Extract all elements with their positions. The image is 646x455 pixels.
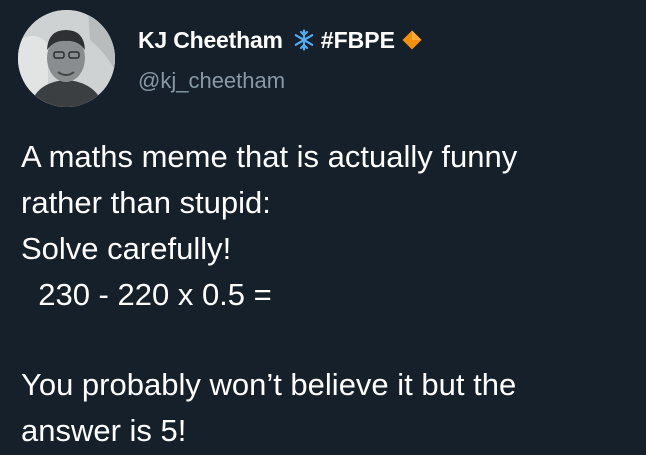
- tweet-text: A maths meme that is actually funny rath…: [21, 134, 636, 454]
- author-handle[interactable]: @kj_cheetham: [138, 68, 285, 94]
- tweet-line: answer is 5!: [21, 413, 187, 448]
- tweet-line: A maths meme that is actually funny: [21, 139, 518, 174]
- tweet-line: You probably won’t believe it but the: [21, 367, 517, 402]
- author-name-hashtag: #FBPE: [320, 26, 395, 53]
- author-display-name[interactable]: KJ Cheetham: [138, 27, 283, 54]
- snowflake-icon: [293, 29, 315, 51]
- tweet-line: rather than stupid:: [21, 185, 271, 220]
- tweet-equation-line: 230 - 220 x 0.5 =: [21, 277, 272, 312]
- tweet-line: Solve carefully!: [21, 231, 232, 266]
- author-name-row[interactable]: KJ Cheetham #FBPE: [138, 25, 423, 55]
- profile-avatar[interactable]: [18, 10, 115, 107]
- orange-diamond-icon: [401, 29, 423, 51]
